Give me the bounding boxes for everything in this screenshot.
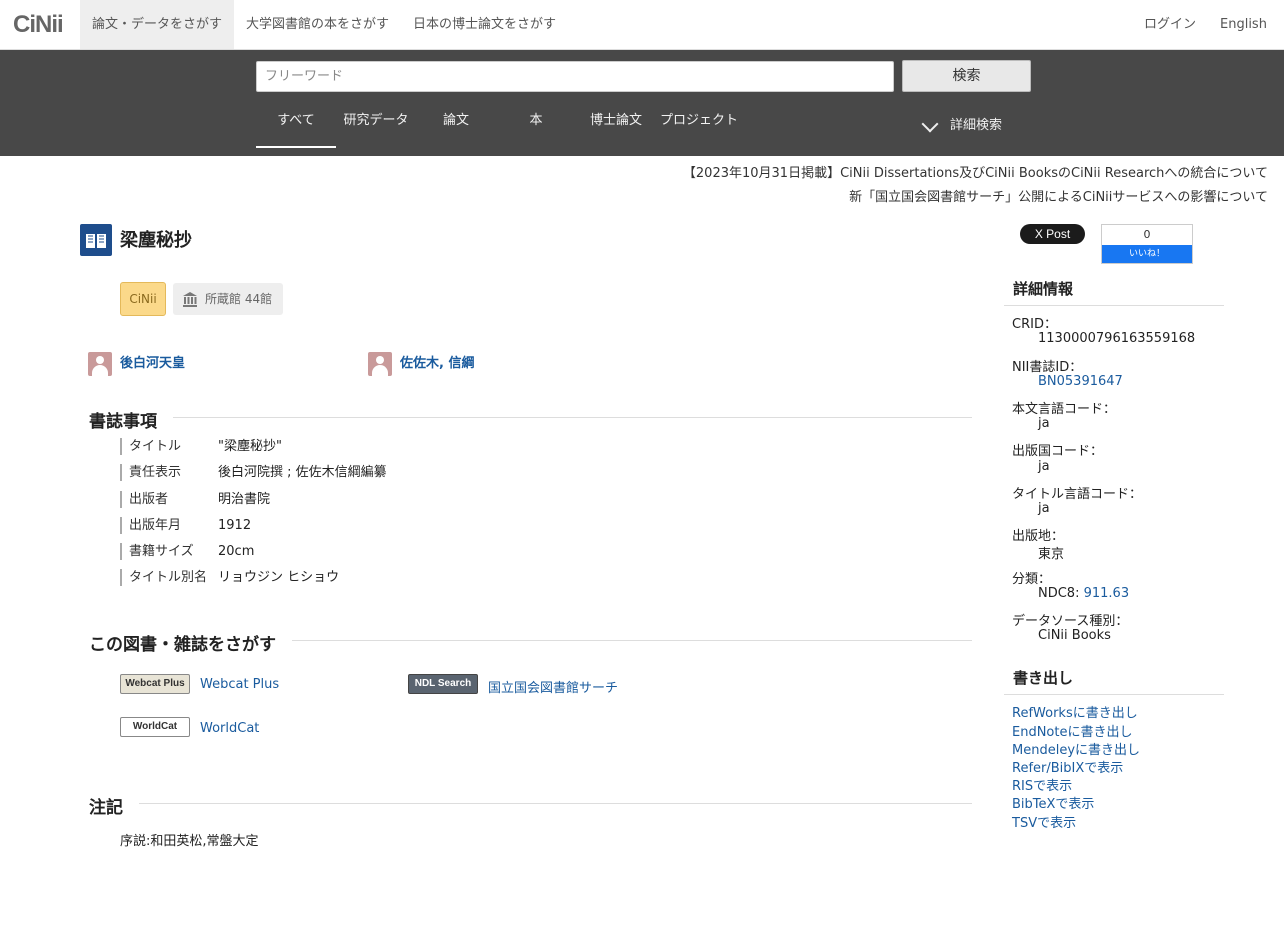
bibliography-heading: 書誌事項 bbox=[89, 407, 173, 432]
search-tab-articles[interactable]: 論文 bbox=[416, 102, 496, 148]
nav-tab-dissertations[interactable]: 日本の博士論文をさがす bbox=[401, 0, 568, 49]
search-input[interactable] bbox=[256, 61, 894, 92]
export-refer-link[interactable]: Refer/BibIXで表示 bbox=[1012, 757, 1123, 776]
country-label: 出版国コード： bbox=[1012, 444, 1104, 459]
like-count: 0 bbox=[1143, 228, 1151, 241]
language-link[interactable]: English bbox=[1220, 0, 1267, 49]
meta-value: 1912 bbox=[218, 518, 252, 533]
author-avatar-icon bbox=[368, 352, 392, 376]
x-post-button[interactable]: X Post bbox=[1020, 224, 1085, 244]
ndl-search-logo[interactable]: NDL Search bbox=[408, 674, 478, 694]
title-lang-label: タイトル言語コード： bbox=[1012, 487, 1143, 502]
meta-label: 責任表示 bbox=[120, 464, 181, 481]
note-text: 序説:和田英松,常盤大定 bbox=[120, 834, 259, 849]
export-tsv-link[interactable]: TSVで表示 bbox=[1012, 812, 1076, 831]
cinii-badge[interactable]: CiNii bbox=[120, 282, 166, 316]
meta-value: リョウジン ヒショウ bbox=[218, 570, 340, 585]
meta-value: 20cm bbox=[218, 544, 255, 559]
search-button[interactable]: 検索 bbox=[902, 60, 1031, 92]
author-link-1[interactable]: 後白河天皇 bbox=[120, 352, 185, 376]
top-nav: CiNii 論文・データをさがす 大学図書館の本をさがす 日本の博士論文をさがす… bbox=[0, 0, 1284, 50]
search-tab-books[interactable]: 本 bbox=[496, 102, 576, 148]
advanced-search-toggle[interactable]: 詳細検索 bbox=[918, 112, 1002, 140]
meta-label: タイトル別名 bbox=[120, 569, 207, 586]
title-lang-value: ja bbox=[1038, 501, 1050, 516]
source-value: CiNii Books bbox=[1038, 628, 1111, 643]
export-refworks-link[interactable]: RefWorksに書き出し bbox=[1012, 702, 1138, 721]
export-endnote-link[interactable]: EndNoteに書き出し bbox=[1012, 721, 1132, 740]
place-label: 出版地： bbox=[1012, 529, 1065, 544]
book-icon bbox=[80, 224, 112, 256]
find-heading: この図書・雑誌をさがす bbox=[89, 630, 292, 655]
meta-label: 出版年月 bbox=[120, 517, 181, 534]
country-value: ja bbox=[1038, 459, 1050, 474]
source-label: データソース種別： bbox=[1012, 614, 1129, 629]
export-ris-link[interactable]: RISで表示 bbox=[1012, 775, 1072, 794]
section-divider bbox=[89, 417, 972, 418]
holdings-button[interactable]: 所蔵館 44館 bbox=[173, 283, 283, 315]
nii-id-label: NII書誌ID： bbox=[1012, 360, 1083, 375]
cinii-logo[interactable]: CiNii bbox=[13, 11, 64, 39]
worldcat-link[interactable]: WorldCat bbox=[200, 721, 259, 736]
place-value: 東京 bbox=[1038, 547, 1065, 562]
ndl-search-link[interactable]: 国立国会図書館サーチ bbox=[488, 677, 618, 696]
notes-heading: 注記 bbox=[89, 793, 139, 818]
meta-label: 出版者 bbox=[120, 491, 168, 508]
section-divider bbox=[89, 803, 972, 804]
webcat-plus-link[interactable]: Webcat Plus bbox=[200, 677, 279, 692]
meta-label: タイトル bbox=[120, 438, 181, 455]
chevron-down-icon bbox=[921, 115, 939, 132]
notice-link-ndl[interactable]: 新「国立国会図書館サーチ」公開によるCiNiiサービスへの影響について bbox=[849, 186, 1268, 205]
search-tab-all[interactable]: すべて bbox=[256, 102, 336, 148]
class-label: 分類： bbox=[1012, 572, 1052, 587]
search-tab-projects[interactable]: プロジェクト bbox=[656, 102, 742, 148]
meta-value: "梁塵秘抄" bbox=[218, 439, 282, 454]
author-avatar-icon bbox=[88, 352, 112, 376]
class-link[interactable]: 911.63 bbox=[1084, 586, 1130, 601]
export-mendeley-link[interactable]: Mendeleyに書き出し bbox=[1012, 739, 1140, 758]
page-title: 梁塵秘抄 bbox=[120, 230, 192, 251]
meta-value: 明治書院 bbox=[218, 492, 271, 507]
notice-link-integration[interactable]: 【2023年10月31日掲載】CiNii Dissertations及びCiNi… bbox=[683, 162, 1268, 181]
class-row: NDC8: 911.63 bbox=[1038, 586, 1129, 601]
class-prefix: NDC8: bbox=[1038, 586, 1080, 601]
search-tab-data[interactable]: 研究データ bbox=[336, 102, 416, 148]
meta-label: 書籍サイズ bbox=[120, 543, 194, 560]
text-lang-label: 本文言語コード： bbox=[1012, 402, 1117, 417]
webcat-plus-logo[interactable]: Webcat Plus bbox=[120, 674, 190, 694]
nav-tab-papers[interactable]: 論文・データをさがす bbox=[80, 0, 235, 49]
facebook-like-widget[interactable]: 0 いいね！ bbox=[1101, 224, 1193, 264]
login-link[interactable]: ログイン bbox=[1144, 0, 1196, 49]
holdings-label: 所蔵館 44館 bbox=[205, 292, 273, 306]
facebook-like-button[interactable]: いいね！ bbox=[1102, 245, 1192, 263]
author-link-2[interactable]: 佐佐木, 信綱 bbox=[400, 352, 474, 376]
crid-label: CRID： bbox=[1012, 317, 1057, 332]
crid-value: 1130000796163559168 bbox=[1038, 331, 1196, 346]
search-band: 検索 すべて 研究データ 論文 本 博士論文 プロジェクト 詳細検索 bbox=[0, 50, 1284, 156]
export-heading: 書き出し bbox=[1004, 667, 1224, 695]
text-lang-value: ja bbox=[1038, 416, 1050, 431]
search-tab-dissertations[interactable]: 博士論文 bbox=[576, 102, 656, 148]
nav-tab-books[interactable]: 大学図書館の本をさがす bbox=[234, 0, 401, 49]
details-heading: 詳細情報 bbox=[1004, 278, 1224, 306]
nii-id-link[interactable]: BN05391647 bbox=[1038, 374, 1123, 389]
worldcat-logo[interactable]: WorldCat bbox=[120, 717, 190, 737]
advanced-search-label: 詳細検索 bbox=[950, 118, 1003, 133]
meta-value: 後白河院撰 ; 佐佐木信綱編纂 bbox=[218, 465, 387, 480]
library-icon bbox=[183, 292, 197, 307]
export-bibtex-link[interactable]: BibTeXで表示 bbox=[1012, 793, 1094, 812]
